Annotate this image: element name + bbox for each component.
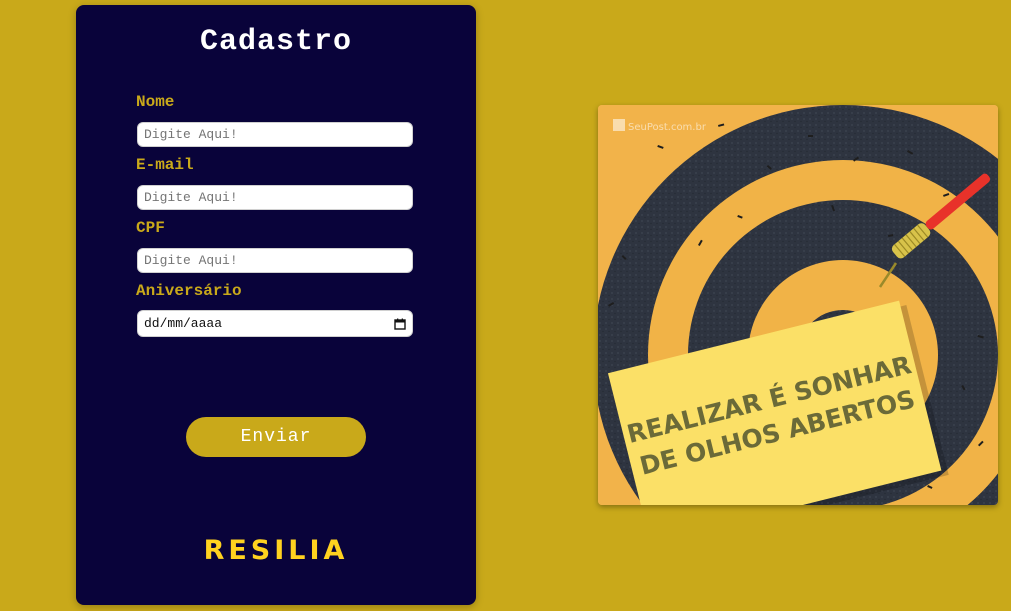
watermark: SeuPost.com.br xyxy=(613,119,707,133)
registration-card: Cadastro Nome E-mail CPF Aniversário dd/… xyxy=(76,5,476,605)
resilia-logo: RESILIA xyxy=(203,535,349,566)
form-title: Cadastro xyxy=(199,25,353,59)
motivational-image: REALIZAR É SONHAR DE OLHOS ABERTOS SeuPo… xyxy=(598,105,998,505)
name-input[interactable] xyxy=(137,122,413,147)
calendar-icon[interactable] xyxy=(394,318,406,330)
birthday-date-input[interactable]: dd/mm/aaaa xyxy=(137,310,413,337)
svg-text:SeuPost.com.br: SeuPost.com.br xyxy=(628,122,707,133)
email-input[interactable] xyxy=(137,185,413,210)
submit-button[interactable]: Enviar xyxy=(186,417,366,457)
date-placeholder: dd/mm/aaaa xyxy=(144,316,223,331)
cpf-label: CPF xyxy=(136,219,165,237)
cpf-input[interactable] xyxy=(137,248,413,273)
dartboard-illustration: REALIZAR É SONHAR DE OLHOS ABERTOS SeuPo… xyxy=(598,105,998,505)
email-label: E-mail xyxy=(136,156,194,174)
birthday-label: Aniversário xyxy=(136,282,242,300)
name-label: Nome xyxy=(136,93,175,111)
